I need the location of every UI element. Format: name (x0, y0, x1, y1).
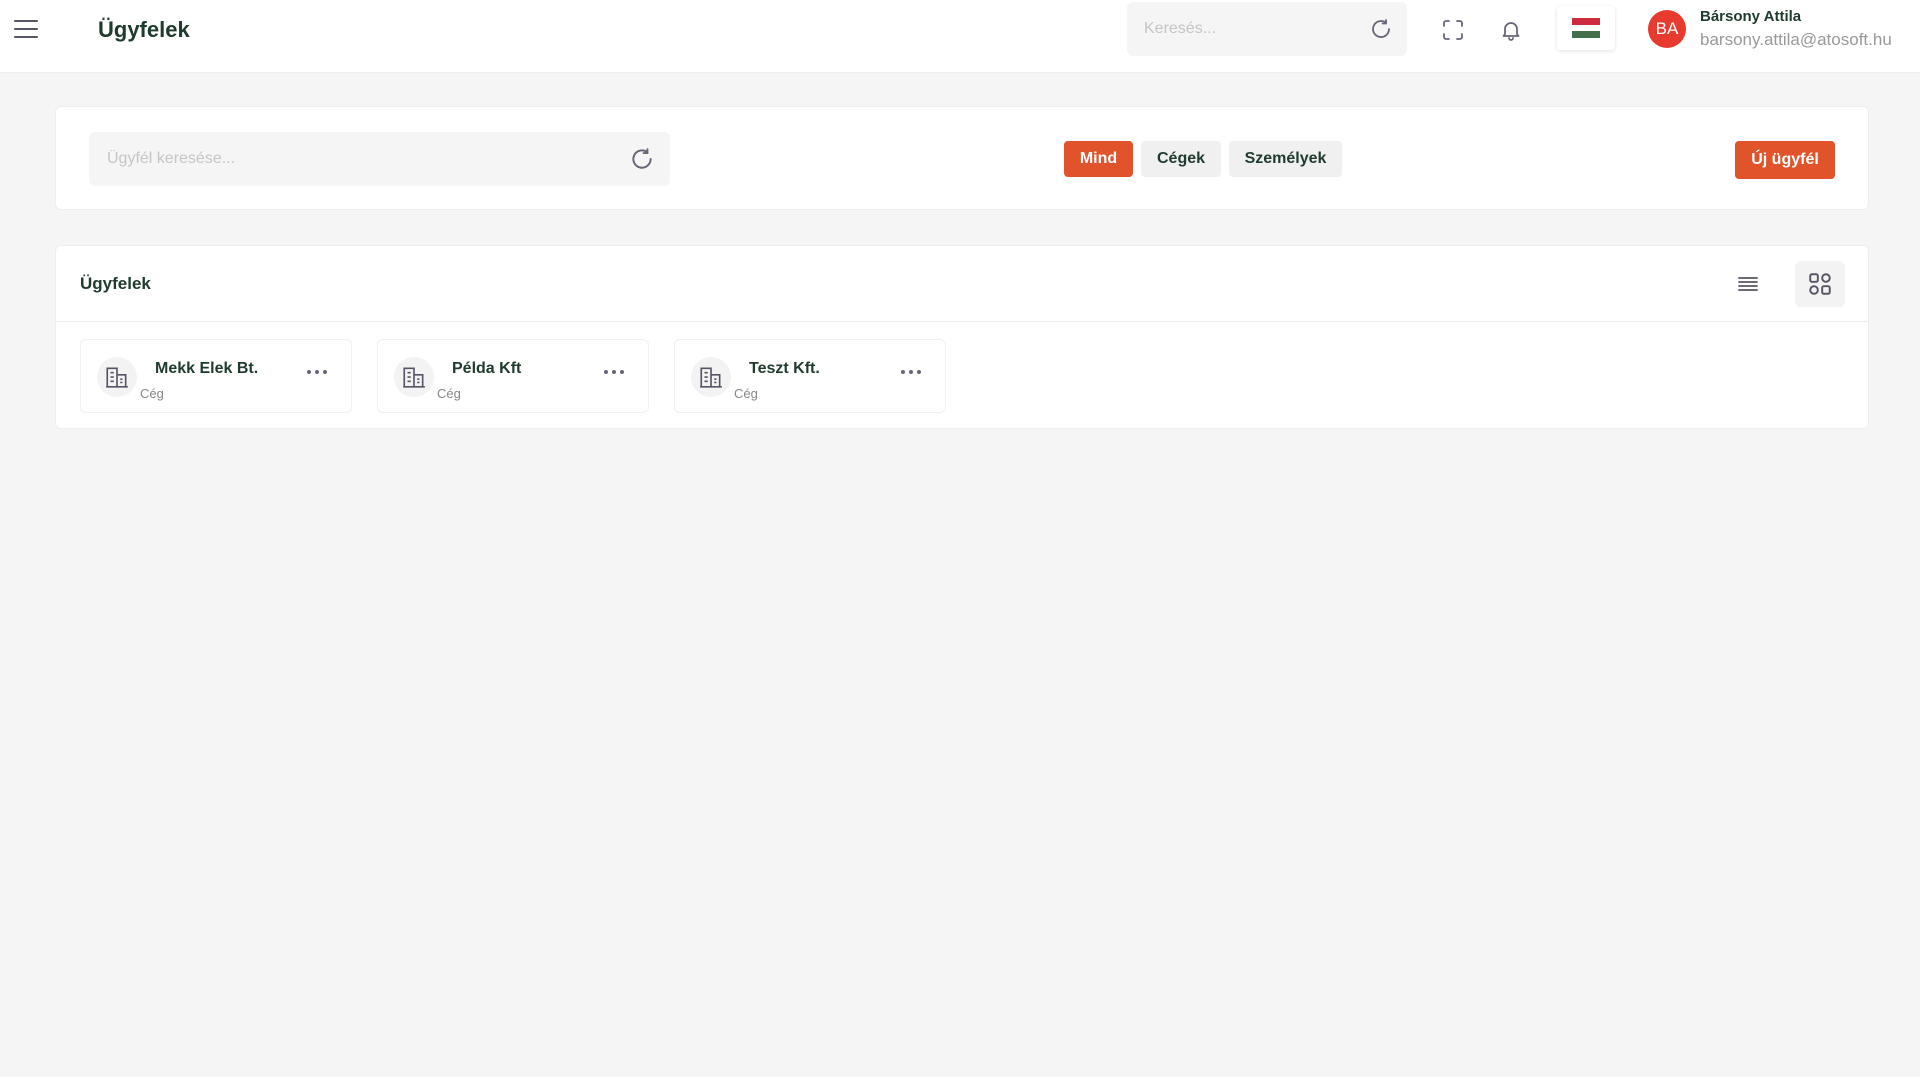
global-search (1127, 2, 1407, 56)
hungarian-flag-icon (1572, 18, 1600, 39)
building-icon (97, 357, 137, 397)
client-type: Cég (140, 386, 164, 401)
new-client-button[interactable]: Új ügyfél (1735, 141, 1835, 179)
client-card[interactable]: Teszt Kft. Cég (674, 339, 946, 413)
clients-card: Ügyfelek Mekk Elek Bt. Cég Példa Kft Cég… (55, 245, 1869, 429)
grid-icon (1809, 273, 1831, 295)
client-name: Példa Kft (452, 360, 522, 377)
more-options-icon[interactable] (600, 360, 628, 384)
client-card[interactable]: Mekk Elek Bt. Cég (80, 339, 352, 413)
section-title: Ügyfelek (80, 274, 151, 293)
building-icon (691, 357, 731, 397)
client-search-input[interactable] (89, 132, 609, 186)
list-view-button[interactable] (1723, 261, 1773, 307)
client-type: Cég (437, 386, 461, 401)
global-search-input[interactable] (1127, 2, 1352, 56)
list-icon (1738, 277, 1758, 291)
user-name: Bársony Attila (1700, 8, 1802, 25)
client-name: Teszt Kft. (749, 360, 820, 377)
user-email: barsony.attila@atosoft.hu (1700, 30, 1892, 49)
segment-companies-button[interactable]: Cégek (1141, 141, 1221, 177)
page-title: Ügyfelek (98, 17, 190, 42)
top-bar: Ügyfelek BA Bársony Attila barsony.attil… (0, 0, 1920, 73)
clients-header: Ügyfelek (56, 246, 1868, 322)
more-options-icon[interactable] (303, 360, 331, 384)
avatar[interactable]: BA (1648, 10, 1686, 48)
grid-view-button[interactable] (1795, 261, 1845, 307)
client-card[interactable]: Példa Kft Cég (377, 339, 649, 413)
filter-card: Mind Cégek Személyek Új ügyfél (55, 106, 1869, 210)
segment-all-button[interactable]: Mind (1064, 141, 1133, 177)
refresh-icon[interactable] (614, 132, 670, 186)
building-icon (394, 357, 434, 397)
segment-persons-button[interactable]: Személyek (1229, 141, 1342, 177)
bell-icon[interactable] (1496, 16, 1526, 44)
client-type: Cég (734, 386, 758, 401)
fullscreen-icon[interactable] (1438, 16, 1468, 44)
language-selector[interactable] (1557, 6, 1615, 50)
more-options-icon[interactable] (897, 360, 925, 384)
menu-icon[interactable] (14, 18, 38, 40)
client-name: Mekk Elek Bt. (155, 360, 259, 377)
refresh-icon[interactable] (1355, 2, 1407, 56)
client-search (89, 132, 670, 186)
